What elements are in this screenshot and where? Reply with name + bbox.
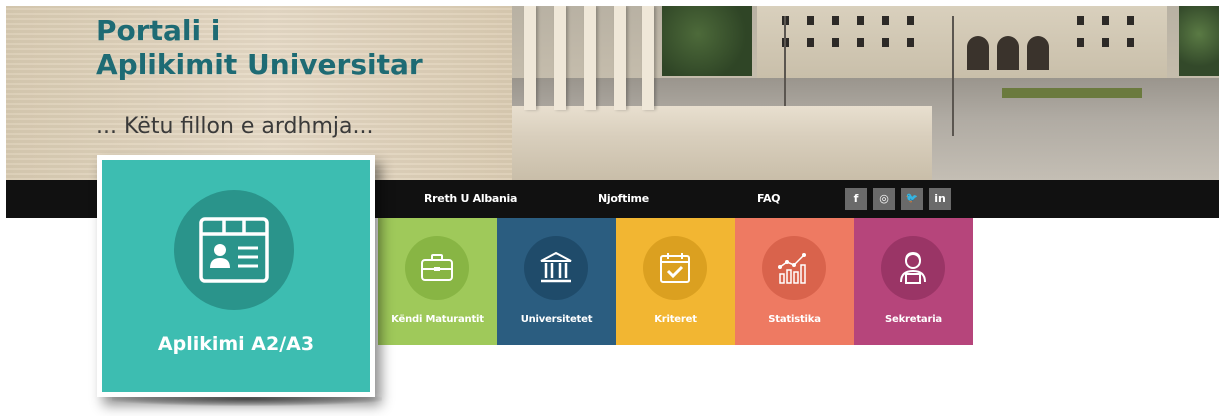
instagram-icon[interactable]: ◎: [873, 188, 895, 210]
window: [807, 38, 814, 47]
tile-kriteret[interactable]: Kriteret: [616, 218, 735, 345]
window: [857, 16, 864, 25]
window: [832, 38, 839, 47]
featured-icon-circle: [174, 190, 294, 310]
archway: [967, 36, 989, 70]
archway: [1027, 36, 1049, 70]
nav-item-faq[interactable]: FAQ: [757, 180, 781, 218]
campus-photo: [512, 6, 1219, 180]
window: [882, 38, 889, 47]
linkedin-icon[interactable]: in: [929, 188, 951, 210]
briefcase-icon: [421, 254, 453, 281]
featured-card-aplikimi[interactable]: Aplikimi A2/A3: [97, 155, 375, 397]
nav-item-rreth-u-albania[interactable]: Rreth U Albania: [424, 180, 517, 218]
title-line-1: Portali i: [96, 14, 221, 47]
window: [1102, 38, 1109, 47]
portal-title: Portali i Aplikimit Universitar: [96, 14, 423, 82]
column: [584, 6, 596, 110]
window: [1127, 16, 1134, 25]
trees-left: [662, 6, 752, 76]
window: [832, 16, 839, 25]
window: [1077, 16, 1084, 25]
column: [614, 6, 626, 110]
trees-right: [1179, 6, 1219, 76]
tile-universitetet[interactable]: Universitetet: [497, 218, 616, 345]
window: [907, 38, 914, 47]
tile-statistika[interactable]: Statistika: [735, 218, 854, 345]
lawn: [1002, 88, 1142, 98]
chart-icon: [778, 253, 806, 284]
university-icon: [540, 251, 572, 283]
tile-icon-circle: [643, 236, 707, 300]
calendar-check-icon: [660, 253, 690, 283]
archway: [997, 36, 1019, 70]
window: [807, 16, 814, 25]
title-line-2: Aplikimit Universitar: [96, 48, 423, 81]
stone-ledge: [512, 106, 932, 180]
twitter-icon[interactable]: 🐦: [901, 188, 923, 210]
tile-kendi-maturantit[interactable]: Këndi Maturantit: [378, 218, 497, 345]
university-building: [757, 6, 1167, 81]
tile-icon-circle: [762, 236, 826, 300]
window: [857, 38, 864, 47]
window: [882, 16, 889, 25]
window: [1102, 16, 1109, 25]
tile-label: Universitetet: [520, 314, 593, 325]
lamp-post: [952, 16, 954, 136]
tile-icon-circle: [881, 236, 945, 300]
tagline: ... Këtu fillon e ardhmja...: [96, 114, 374, 139]
column: [642, 6, 654, 110]
tile-label: Këndi Maturantit: [391, 314, 484, 325]
window: [1127, 38, 1134, 47]
tile-label: Statistika: [768, 314, 821, 325]
secretary-icon: [900, 251, 926, 284]
id-card-icon: [199, 217, 269, 283]
tile-sekretaria[interactable]: Sekretaria: [854, 218, 973, 345]
tile-icon-circle: [524, 236, 588, 300]
featured-card-label: Aplikimi A2/A3: [157, 333, 315, 355]
tile-icon-circle: [405, 236, 469, 300]
tile-label: Kriteret: [654, 314, 697, 325]
column: [554, 6, 566, 110]
column: [524, 6, 536, 110]
window: [1077, 38, 1084, 47]
nav-item-njoftime[interactable]: Njoftime: [598, 180, 649, 218]
window: [907, 16, 914, 25]
facebook-icon[interactable]: f: [845, 188, 867, 210]
tile-label: Sekretaria: [885, 314, 942, 325]
